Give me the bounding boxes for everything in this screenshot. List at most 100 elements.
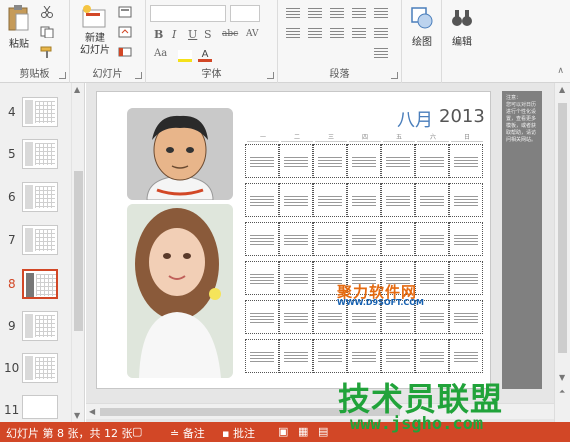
calendar-day-cell[interactable]	[245, 183, 279, 217]
columns-icon[interactable]	[374, 28, 388, 40]
calendar-day-cell[interactable]	[415, 144, 449, 178]
align-center-icon[interactable]	[308, 28, 322, 40]
section-icon[interactable]	[118, 46, 132, 58]
bullets-icon[interactable]	[286, 8, 300, 20]
calendar-day-cell[interactable]	[415, 339, 449, 373]
copy-icon[interactable]	[40, 26, 54, 38]
calendar-day-cell[interactable]	[415, 261, 449, 295]
calendar-day-cell[interactable]	[245, 144, 279, 178]
calendar-day-cell[interactable]	[313, 339, 347, 373]
thumbnail-slide-5[interactable]: 5	[0, 139, 70, 173]
calendar-day-cell[interactable]	[415, 222, 449, 256]
font-launcher[interactable]	[267, 72, 274, 79]
line-spacing-icon[interactable]	[374, 8, 388, 20]
scrollbar-thumb[interactable]	[558, 103, 567, 353]
spellcheck-icon[interactable]: ▢	[132, 425, 142, 438]
layout-icon[interactable]	[118, 6, 132, 18]
calendar-day-cell[interactable]	[381, 222, 415, 256]
font-color-icon[interactable]: A	[198, 50, 212, 62]
calendar-day-cell[interactable]	[347, 144, 381, 178]
vertical-scrollbar[interactable]: ▲ ▼ ⏶	[554, 83, 570, 422]
calendar-day-cell[interactable]	[381, 183, 415, 217]
thumbnail-slide-7[interactable]: 7	[0, 225, 70, 259]
calendar-day-cell[interactable]	[381, 339, 415, 373]
slide-sorter-icon[interactable]: ▦	[298, 425, 308, 438]
thumbnail-image[interactable]	[22, 225, 58, 255]
increase-indent-icon[interactable]	[352, 8, 366, 20]
calendar-day-cell[interactable]	[449, 261, 483, 295]
thumbnail-slide-9[interactable]: 9	[0, 311, 70, 345]
thumbnail-image[interactable]	[22, 311, 58, 341]
scrollbar-thumb[interactable]	[74, 171, 83, 331]
calendar-day-cell[interactable]	[415, 183, 449, 217]
thumbnail-slide-8-selected[interactable]: 8	[0, 269, 70, 303]
thumbnail-slide-6[interactable]: 6	[0, 182, 70, 216]
thumbnails-scrollbar[interactable]: ▲ ▼	[71, 83, 84, 422]
notes-toggle[interactable]: ≐ 备注	[170, 425, 205, 441]
new-slide-button[interactable]: 新建 幻灯片	[76, 4, 114, 57]
numbering-icon[interactable]	[308, 8, 322, 20]
thumbnail-slide-10[interactable]: 10	[0, 353, 70, 387]
calendar-day-cell[interactable]	[245, 261, 279, 295]
calendar-day-cell[interactable]	[449, 339, 483, 373]
editing-button[interactable]: 编辑	[446, 6, 478, 48]
font-size-combo[interactable]	[230, 5, 260, 22]
decrease-indent-icon[interactable]	[330, 8, 344, 20]
calendar-day-cell[interactable]	[245, 222, 279, 256]
calendar-day-cell[interactable]	[313, 183, 347, 217]
thumbnail-image[interactable]	[22, 182, 58, 212]
scroll-left-icon[interactable]: ◀	[89, 407, 95, 416]
previous-slide-icon[interactable]: ⏶	[559, 387, 565, 397]
calendar-month[interactable]: 八月	[397, 106, 433, 132]
cut-icon[interactable]	[40, 6, 54, 18]
change-case-button[interactable]: Aa	[154, 48, 167, 59]
notes-sidebar[interactable]: 注意： 您可以对日历进行个性化设置，查看更多模板，或者获取帮助，请访问相关网站。	[502, 91, 542, 389]
calendar-day-cell[interactable]	[449, 300, 483, 334]
italic-button[interactable]: I	[172, 28, 176, 41]
scroll-up-icon[interactable]: ▲	[559, 85, 565, 94]
slide-canvas[interactable]: 八月 2013 一 二 三 四 五 六 日 聚力软件网 WWW.D9SOFT.C…	[96, 91, 491, 389]
thumbnail-image[interactable]	[22, 353, 58, 383]
paragraph-launcher[interactable]	[391, 72, 398, 79]
thumbnail-image[interactable]	[22, 269, 58, 299]
thumbnail-image[interactable]	[22, 395, 58, 419]
normal-view-icon[interactable]: ▣	[278, 425, 288, 438]
calendar-day-cell[interactable]	[313, 222, 347, 256]
calendar-year[interactable]: 2013	[439, 106, 485, 127]
thumbnail-image[interactable]	[22, 97, 58, 127]
clipboard-launcher[interactable]	[59, 72, 66, 79]
calendar-day-cell[interactable]	[279, 183, 313, 217]
paste-button[interactable]: 粘贴	[4, 4, 34, 50]
girl-photo[interactable]	[127, 204, 233, 378]
strikethrough-button[interactable]: abc	[222, 29, 238, 39]
thumbnail-image[interactable]	[22, 139, 58, 169]
align-right-icon[interactable]	[330, 28, 344, 40]
calendar-day-cell[interactable]	[449, 222, 483, 256]
calendar-day-cell[interactable]	[449, 183, 483, 217]
bold-button[interactable]: B	[154, 28, 163, 41]
char-spacing-button[interactable]: AV	[246, 29, 259, 39]
collapse-ribbon-icon[interactable]: ∧	[557, 66, 564, 76]
slides-launcher[interactable]	[135, 72, 142, 79]
drawing-button[interactable]: 绘图	[406, 6, 438, 48]
underline-button[interactable]: U	[188, 28, 197, 41]
calendar-day-cell[interactable]	[279, 339, 313, 373]
calendar-day-cell[interactable]	[347, 222, 381, 256]
reset-icon[interactable]	[118, 26, 132, 38]
calendar-day-cell[interactable]	[245, 339, 279, 373]
highlight-icon[interactable]	[178, 50, 192, 62]
text-direction-icon[interactable]	[374, 48, 388, 60]
calendar-day-cell[interactable]	[279, 222, 313, 256]
cartoon-photo[interactable]	[127, 108, 233, 200]
calendar-day-cell[interactable]	[279, 300, 313, 334]
calendar-day-cell[interactable]	[313, 144, 347, 178]
scroll-up-icon[interactable]: ▲	[74, 85, 80, 94]
scroll-down-icon[interactable]: ▼	[559, 373, 565, 382]
align-left-icon[interactable]	[286, 28, 300, 40]
format-painter-icon[interactable]	[40, 46, 54, 58]
justify-icon[interactable]	[352, 28, 366, 40]
comments-toggle[interactable]: ▪ 批注	[222, 425, 255, 441]
calendar-day-cell[interactable]	[279, 144, 313, 178]
calendar-day-cell[interactable]	[347, 339, 381, 373]
shadow-button[interactable]: S	[204, 28, 212, 41]
